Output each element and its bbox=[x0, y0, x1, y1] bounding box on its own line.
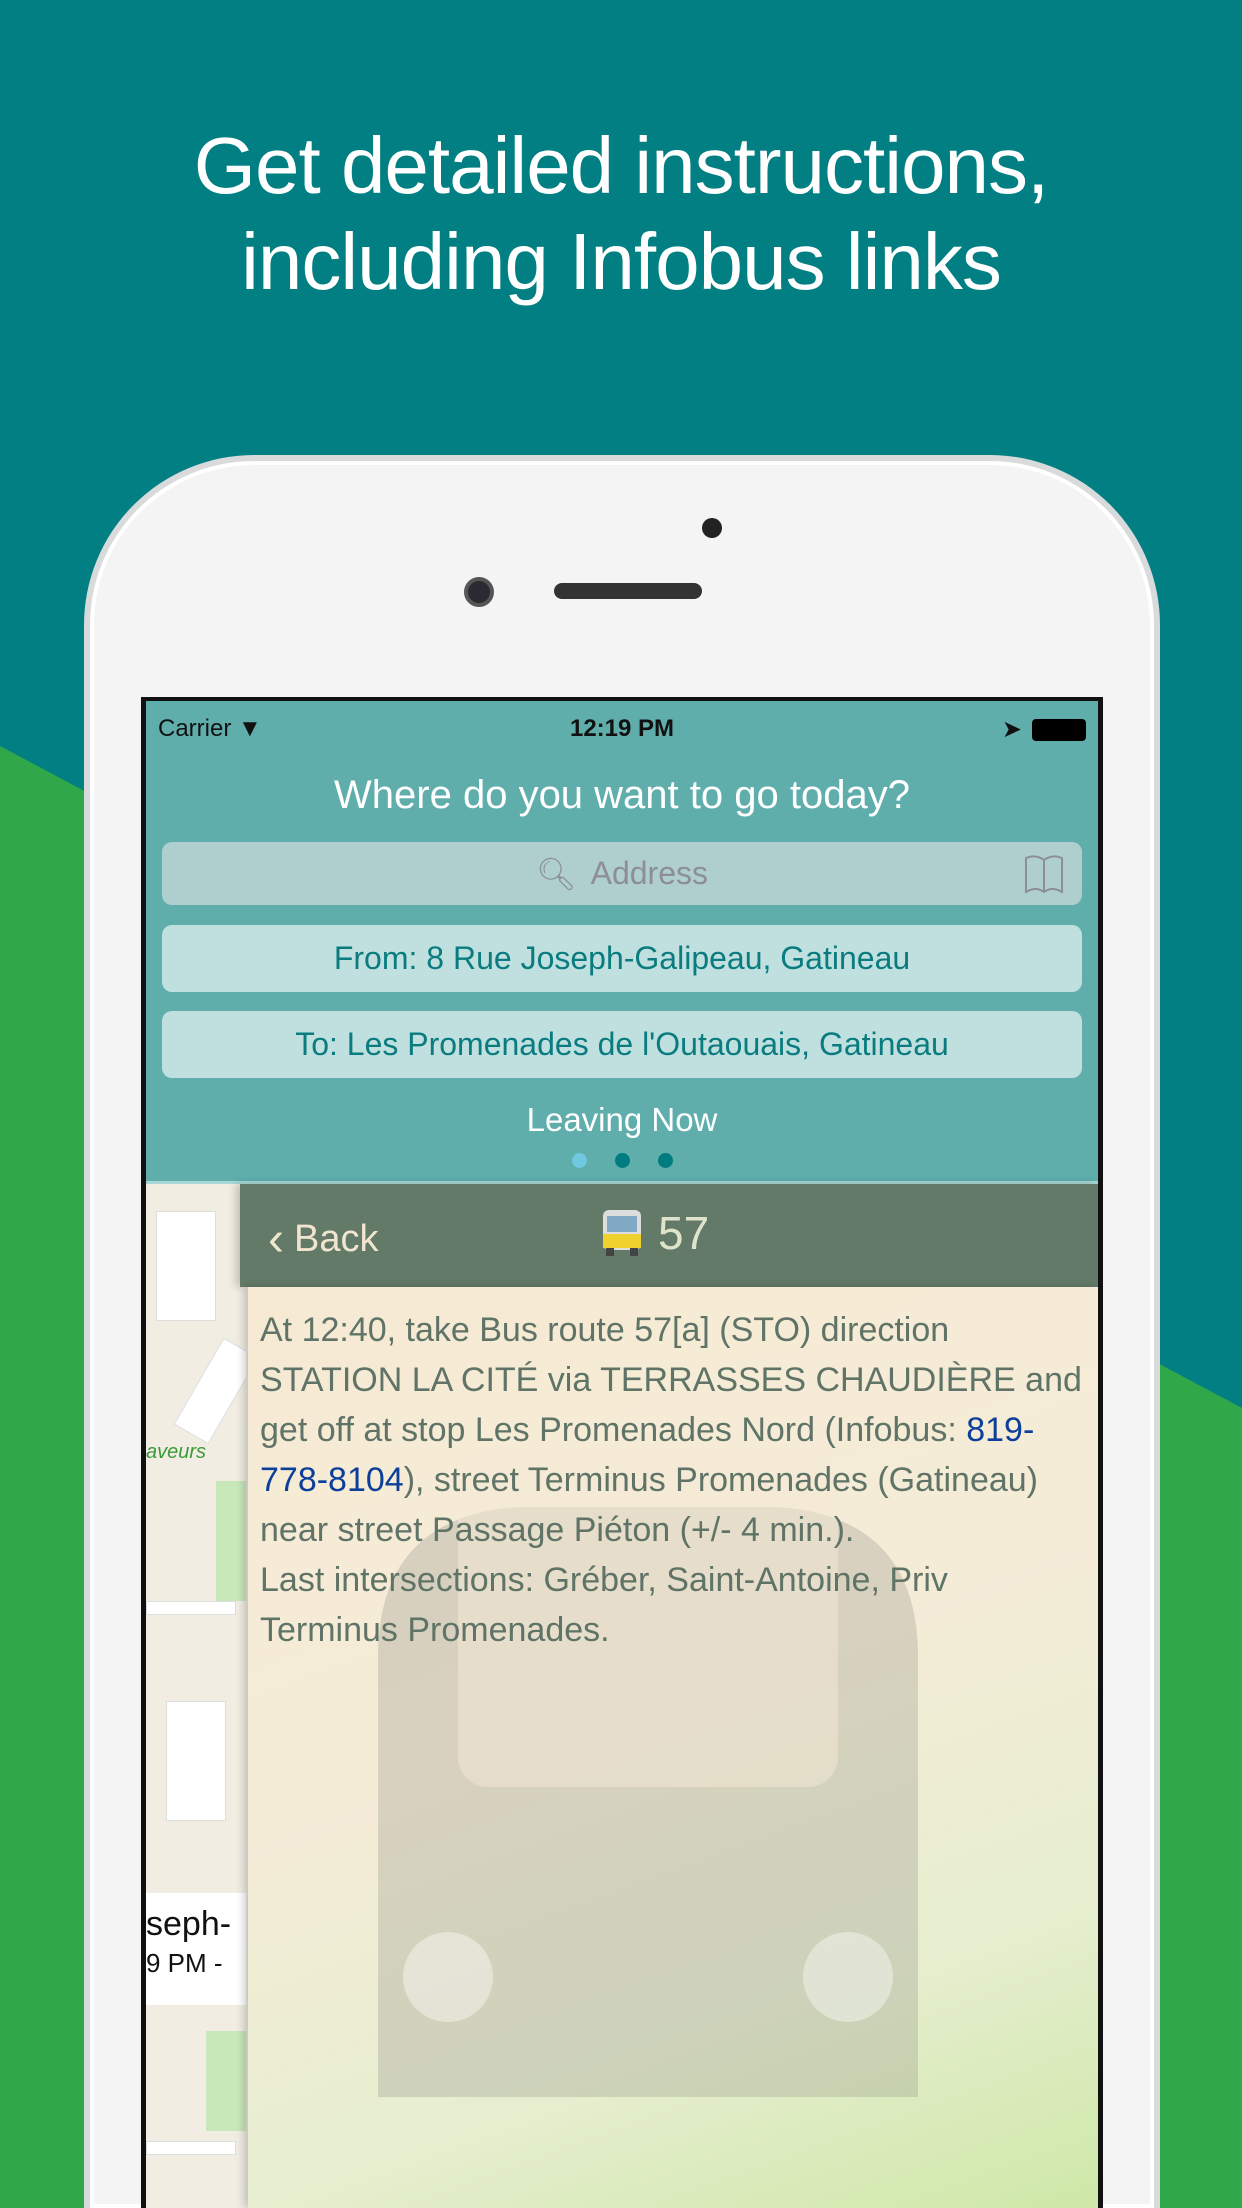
page-dot[interactable] bbox=[571, 1153, 587, 1168]
back-label: Back bbox=[293, 1218, 379, 1260]
front-camera bbox=[464, 577, 494, 607]
status-time: 12:19 PM bbox=[569, 715, 675, 742]
trip-header: Carrier ▼ 12:19 PM ➤ Where do you want t… bbox=[146, 701, 1098, 1184]
page-indicator[interactable] bbox=[146, 1153, 1098, 1168]
from-button[interactable]: From: 8 Rue Joseph-Galipeau, Gatineau bbox=[162, 925, 1082, 992]
instruction-panel: At 12:40, take Bus route 57[a] (STO) dir… bbox=[248, 1287, 1098, 2208]
map-label: aveurs bbox=[146, 1441, 207, 1463]
headline-line-1: Get detailed instructions, bbox=[193, 121, 1049, 210]
instruction-text: At 12:40, take Bus route 57[a] (STO) dir… bbox=[248, 1287, 1098, 1673]
map[interactable]: aveurs seph- 9 PM - bbox=[146, 1181, 246, 2208]
map-callout[interactable]: seph- 9 PM - bbox=[146, 1893, 246, 2005]
bus-icon bbox=[603, 1210, 641, 1256]
last-intersections: Last intersections: Gréber, Saint-Antoin… bbox=[260, 1561, 948, 1649]
callout-subtitle: 9 PM - bbox=[146, 1948, 223, 1978]
navigation-bar: ‹ Back 57 bbox=[240, 1184, 1098, 1287]
route-number: 57 bbox=[658, 1207, 710, 1259]
back-button[interactable]: ‹ Back bbox=[268, 1212, 378, 1267]
sensor bbox=[702, 518, 722, 538]
speaker bbox=[554, 583, 702, 599]
instruction-part-1: At 12:40, take Bus route 57[a] (STO) dir… bbox=[260, 1311, 1082, 1449]
headline: Get detailed instructions, including Inf… bbox=[0, 118, 1242, 310]
to-button[interactable]: To: Les Promenades de l'Outaouais, Gatin… bbox=[162, 1011, 1082, 1078]
leaving-time-button[interactable]: Leaving Now bbox=[146, 1101, 1098, 1139]
headline-line-2: including Infobus links bbox=[241, 217, 1002, 306]
chevron-left-icon: ‹ bbox=[268, 1213, 284, 1266]
page-dot[interactable] bbox=[614, 1153, 630, 1168]
address-search-input[interactable]: 🔍︎ Address bbox=[162, 842, 1082, 905]
page-dot[interactable] bbox=[657, 1153, 673, 1168]
status-bar: Carrier ▼ 12:19 PM ➤ bbox=[158, 709, 1086, 749]
question-title: Where do you want to go today? bbox=[334, 773, 910, 817]
bookmarks-icon[interactable] bbox=[1022, 852, 1066, 896]
search-icon: 🔍︎ bbox=[535, 855, 577, 892]
route-title: 57 bbox=[600, 1206, 709, 1260]
phone-screen: aveurs seph- 9 PM - Carrier ▼ 12:19 PM ➤… bbox=[141, 697, 1103, 2208]
address-placeholder: Address bbox=[590, 855, 708, 891]
callout-title: seph- bbox=[146, 1905, 232, 1943]
